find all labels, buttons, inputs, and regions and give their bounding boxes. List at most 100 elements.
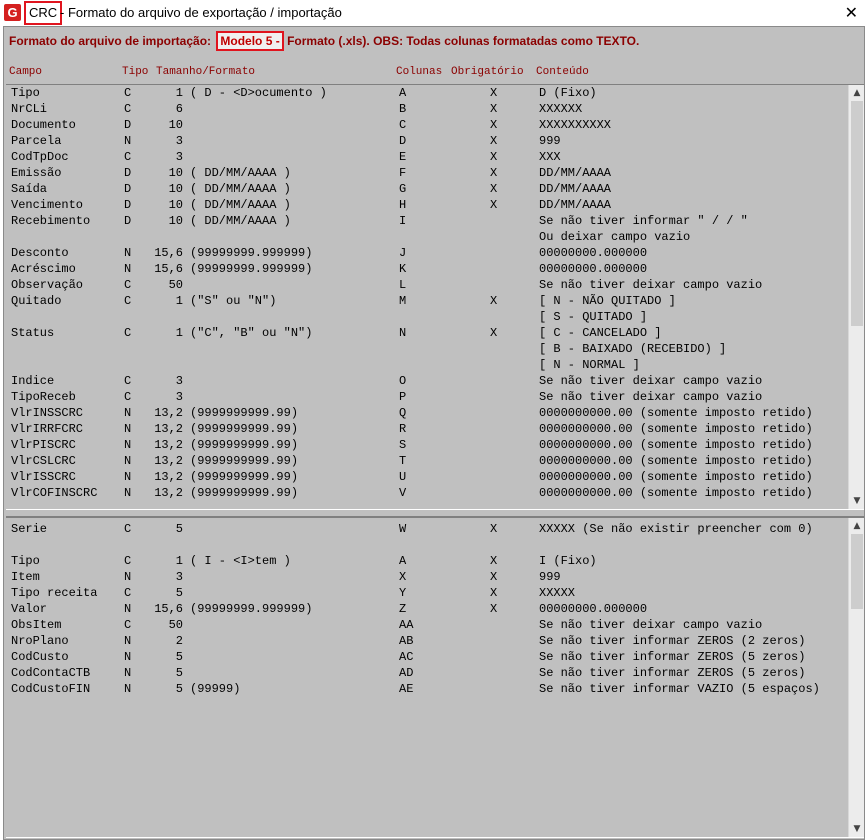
cell-campo: VlrIRRFCRC <box>11 422 84 436</box>
cell-tam: 3 <box>175 374 183 388</box>
cell-tam: 13,2 <box>154 486 183 500</box>
cell-tam: 13,2 <box>154 438 183 452</box>
cell-cont: Se não tiver informar " / / " <box>539 214 748 228</box>
cell-cont: XXXXXXXXXX <box>539 118 612 132</box>
cell-cont: Se não tiver deixar campo vazio <box>539 374 763 388</box>
column-header-obrigatorio: Obrigatório <box>451 66 524 78</box>
table-row: NroPlano N 2 AB Se não tiver informar ZEROS … <box>6 633 846 649</box>
table-row: Tipo receita C 5 Y X XXXXX <box>6 585 846 601</box>
cell-cont: Ou deixar campo vazio <box>539 230 691 244</box>
cell-fmt: (99999999.999999) <box>190 262 313 276</box>
cell-cont: 0000000000.00 (somente imposto retido) <box>539 486 813 500</box>
table-row: NrCLi C 6 B X XXXXXX <box>6 101 846 117</box>
cell-tipo: C <box>124 554 132 568</box>
cell-fmt: ("S" ou "N") <box>190 294 277 308</box>
table-row: Emissão D 10 ( DD/MM/AAAA ) F X DD/MM/AAAA <box>6 165 846 181</box>
table-row: [ B - BAIXADO (RECEBIDO) ] <box>6 341 846 357</box>
cell-tam: 1 <box>175 86 183 100</box>
table-row: Ou deixar campo vazio <box>6 229 846 245</box>
table-row: Desconto N 15,6 (99999999.999999) J 00000000.… <box>6 245 846 261</box>
table-row: CodCustoFIN N 5 (99999) AE Se não tiver infor… <box>6 681 846 697</box>
cell-campo: VlrPISCRC <box>11 438 76 452</box>
cell-campo: CodCustoFIN <box>11 682 91 696</box>
table-row: [ N - NORMAL ] <box>6 357 846 373</box>
window-title-app-name: CRC <box>24 1 63 25</box>
cell-obr: X <box>490 554 498 568</box>
table-row: VlrCOFINSCRC N 13,2 (9999999999.99) V 0000000… <box>6 485 846 501</box>
cell-col: W <box>399 522 407 536</box>
scroll-down-icon[interactable]: ▼ <box>849 493 865 509</box>
scroll-up-icon[interactable]: ▲ <box>849 85 865 101</box>
cell-tipo: N <box>124 262 132 276</box>
cell-fmt: (99999999.999999) <box>190 246 313 260</box>
cell-tam: 10 <box>168 118 183 132</box>
scroll-up-icon[interactable]: ▲ <box>849 518 865 534</box>
scroll-down-icon[interactable]: ▼ <box>849 821 865 837</box>
dialog-content: Formato do arquivo de importação: Modelo… <box>3 26 865 840</box>
cell-cont: 0000000000.00 (somente imposto retido) <box>539 438 813 452</box>
cell-tipo: N <box>124 682 132 696</box>
cell-tipo: D <box>124 198 132 212</box>
table-row: Documento D 10 C X XXXXXXXXXX <box>6 117 846 133</box>
cell-tam: 3 <box>175 134 183 148</box>
cell-tipo: D <box>124 118 132 132</box>
table-row: Recebimento D 10 ( DD/MM/AAAA ) I Se não tive… <box>6 213 846 229</box>
cell-campo: NroPlano <box>11 634 69 648</box>
cell-campo: Observação <box>11 278 84 292</box>
cell-col: R <box>399 422 407 436</box>
cell-cont: DD/MM/AAAA <box>539 166 612 180</box>
cell-col: Q <box>399 406 407 420</box>
cell-tipo: C <box>124 586 132 600</box>
cell-tam: 5 <box>175 522 183 536</box>
fields-list-documento[interactable]: ▲ ▼ Tipo C 1 ( D - <D>ocumento ) A X D (Fixo) N… <box>6 84 864 510</box>
cell-tam: 5 <box>175 666 183 680</box>
cell-tam: 13,2 <box>154 454 183 468</box>
cell-col: D <box>399 134 407 148</box>
cell-cont: 999 <box>539 570 561 584</box>
cell-campo: Parcela <box>11 134 62 148</box>
cell-col: AD <box>399 666 414 680</box>
cell-cont: XXX <box>539 150 561 164</box>
cell-tam: 6 <box>175 102 183 116</box>
cell-col: AA <box>399 618 414 632</box>
cell-tipo: N <box>124 454 132 468</box>
cell-tam: 5 <box>175 682 183 696</box>
cell-cont: [ C - CANCELADO ] <box>539 326 662 340</box>
cell-col: L <box>399 278 407 292</box>
cell-tam: 13,2 <box>154 470 183 484</box>
format-suffix: Formato (.xls). OBS: Todas colunas forma… <box>287 34 640 48</box>
cell-col: U <box>399 470 407 484</box>
cell-campo: Quitado <box>11 294 62 308</box>
cell-fmt: (9999999999.99) <box>190 454 299 468</box>
scrollbar-bottom[interactable]: ▲ ▼ <box>848 518 864 837</box>
cell-obr: X <box>490 326 498 340</box>
scrollbar-top[interactable]: ▲ ▼ <box>848 85 864 509</box>
cell-campo: TipoReceb <box>11 390 76 404</box>
cell-col: A <box>399 554 407 568</box>
cell-fmt: ("C", "B" ou "N") <box>190 326 313 340</box>
cell-tipo: N <box>124 470 132 484</box>
scroll-thumb-bottom[interactable] <box>851 534 863 609</box>
cell-col: Z <box>399 602 407 616</box>
cell-campo: Vencimento <box>11 198 84 212</box>
column-header-conteudo: Conteúdo <box>536 66 589 78</box>
cell-tipo: D <box>124 166 132 180</box>
cell-cont: DD/MM/AAAA <box>539 198 612 212</box>
cell-campo: Emissão <box>11 166 62 180</box>
cell-fmt: (9999999999.99) <box>190 422 299 436</box>
column-header-tipo: Tipo <box>122 66 149 78</box>
fields-list-item[interactable]: ▲ ▼ Serie C 5 W X XXXXX (Se não existir preen… <box>6 516 864 838</box>
table-row: Item N 3 X X 999 <box>6 569 846 585</box>
cell-col: I <box>399 214 407 228</box>
cell-fmt: ( D - <D>ocumento ) <box>190 86 327 100</box>
cell-tam: 3 <box>175 150 183 164</box>
close-icon[interactable]: ✕ <box>845 3 858 22</box>
scroll-thumb-top[interactable] <box>851 101 863 326</box>
cell-col: B <box>399 102 407 116</box>
table-row: Acréscimo N 15,6 (99999999.999999) K 00000000… <box>6 261 846 277</box>
cell-tipo: C <box>124 522 132 536</box>
cell-cont: Se não tiver informar ZEROS (5 zeros) <box>539 666 806 680</box>
cell-tam: 10 <box>168 166 183 180</box>
column-header-colunas: Colunas <box>396 66 443 78</box>
cell-col: H <box>399 198 407 212</box>
